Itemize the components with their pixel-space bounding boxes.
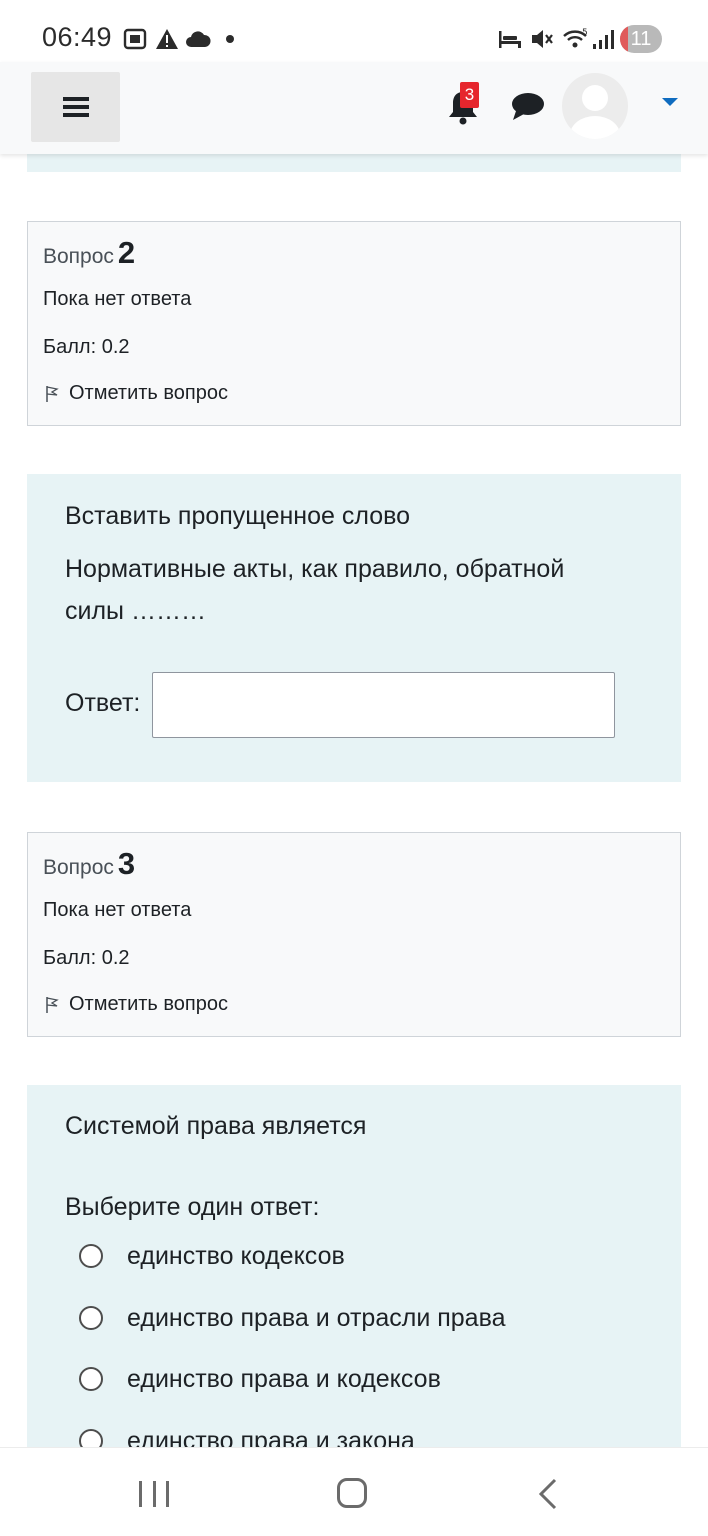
chat-icon: [512, 93, 544, 120]
notification-count-badge: 11: [620, 25, 662, 53]
answer-option[interactable]: единство права и кодексов: [79, 1361, 441, 1397]
question-grade: Балл: 0.2: [43, 336, 130, 358]
back-icon[interactable]: [538, 1478, 558, 1515]
question-prompt: Вставить пропущенное слово: [65, 502, 411, 530]
recent-apps-icon[interactable]: [139, 1481, 169, 1507]
signal-icon: [592, 26, 614, 52]
question-number: Вопрос 2: [43, 235, 136, 270]
messages-button[interactable]: [510, 90, 546, 122]
answer-label: Ответ:: [65, 689, 141, 717]
status-time: 06:49: [42, 22, 113, 52]
system-navigation-bar: [0, 1447, 708, 1536]
question-text-line-2: силы ………: [65, 597, 206, 625]
answer-instruction: Выберите один ответ:: [65, 1193, 320, 1221]
answer-option[interactable]: единство права и отрасли права: [79, 1300, 505, 1336]
question-info-3: Вопрос 3 Пока нет ответа Балл: 0.2 Отмети…: [27, 832, 681, 1037]
user-avatar-icon: [570, 85, 620, 139]
caret-down-icon[interactable]: [662, 98, 678, 106]
status-bar: 06:49 5 11: [0, 0, 708, 62]
top-navbar: 3: [0, 62, 708, 154]
question-prompt: Системой права является: [65, 1112, 367, 1140]
svg-text:5: 5: [582, 28, 588, 38]
warning-icon: [155, 26, 179, 52]
sleep-mode-icon: [497, 26, 523, 52]
question-info-2: Вопрос 2 Пока нет ответа Балл: 0.2 Отмети…: [27, 221, 681, 426]
question-state: Пока нет ответа: [43, 288, 192, 310]
home-icon[interactable]: [337, 1478, 367, 1508]
menu-button[interactable]: [31, 72, 120, 142]
radio-button[interactable]: [79, 1367, 103, 1391]
question-state: Пока нет ответа: [43, 899, 192, 921]
flag-icon: [46, 385, 59, 402]
avatar[interactable]: [562, 73, 628, 139]
notification-badge: 3: [460, 82, 479, 108]
hamburger-menu-icon: [62, 97, 89, 117]
answer-option[interactable]: единство кодексов: [79, 1238, 345, 1274]
question-number: Вопрос 3: [43, 846, 136, 881]
flag-icon: [46, 996, 59, 1013]
radio-button[interactable]: [79, 1244, 103, 1268]
question-content-2: Вставить пропущенное слово Нормативные а…: [27, 474, 681, 782]
flag-question-link[interactable]: Отметить вопрос: [45, 382, 228, 405]
question-content-3: Системой права является Выберите один от…: [27, 1085, 681, 1465]
screenshot-icon: [122, 26, 148, 52]
radio-button[interactable]: [79, 1306, 103, 1330]
mute-icon: [530, 26, 554, 52]
answer-input[interactable]: [152, 672, 615, 738]
dot-icon: [226, 35, 234, 43]
question-grade: Балл: 0.2: [43, 947, 130, 969]
wifi-icon: 5: [562, 26, 590, 52]
question-text-line-1: Нормативные акты, как правило, обратной: [65, 555, 565, 583]
flag-question-link[interactable]: Отметить вопрос: [45, 993, 228, 1016]
cloud-icon: [185, 26, 211, 52]
